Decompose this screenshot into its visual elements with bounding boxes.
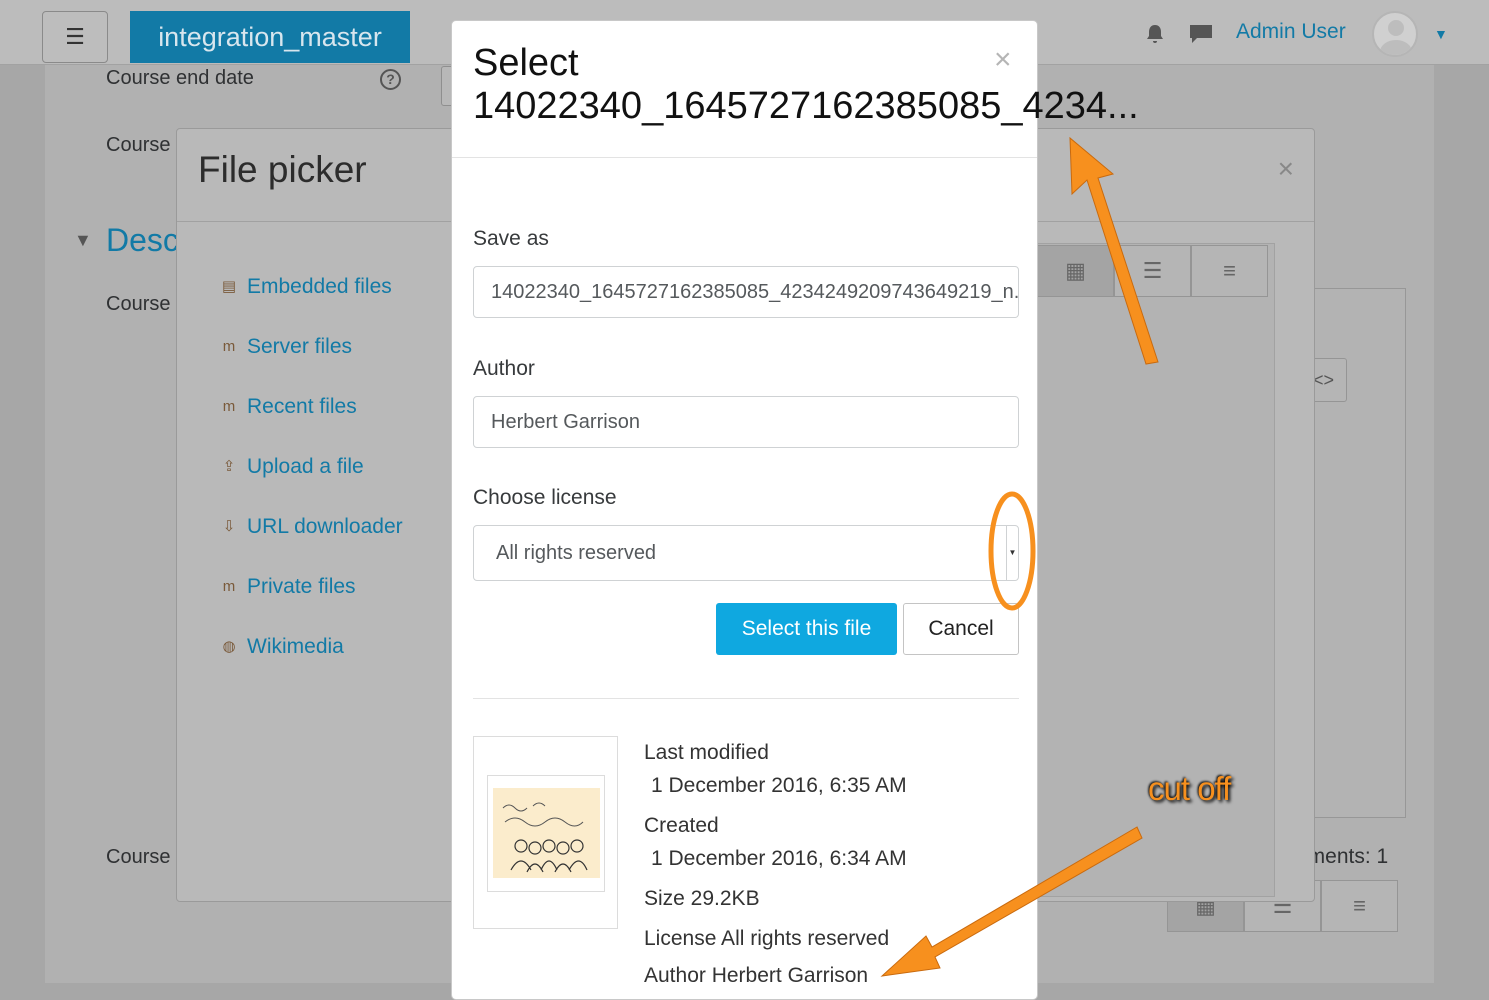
annotation-arrow-title bbox=[1069, 136, 1159, 365]
annotation-overlay bbox=[880, 136, 1159, 977]
annotation-label: cut off bbox=[1148, 770, 1231, 807]
annotation-ellipse bbox=[988, 491, 1036, 611]
annotation-arrow-bottom bbox=[880, 826, 1143, 977]
